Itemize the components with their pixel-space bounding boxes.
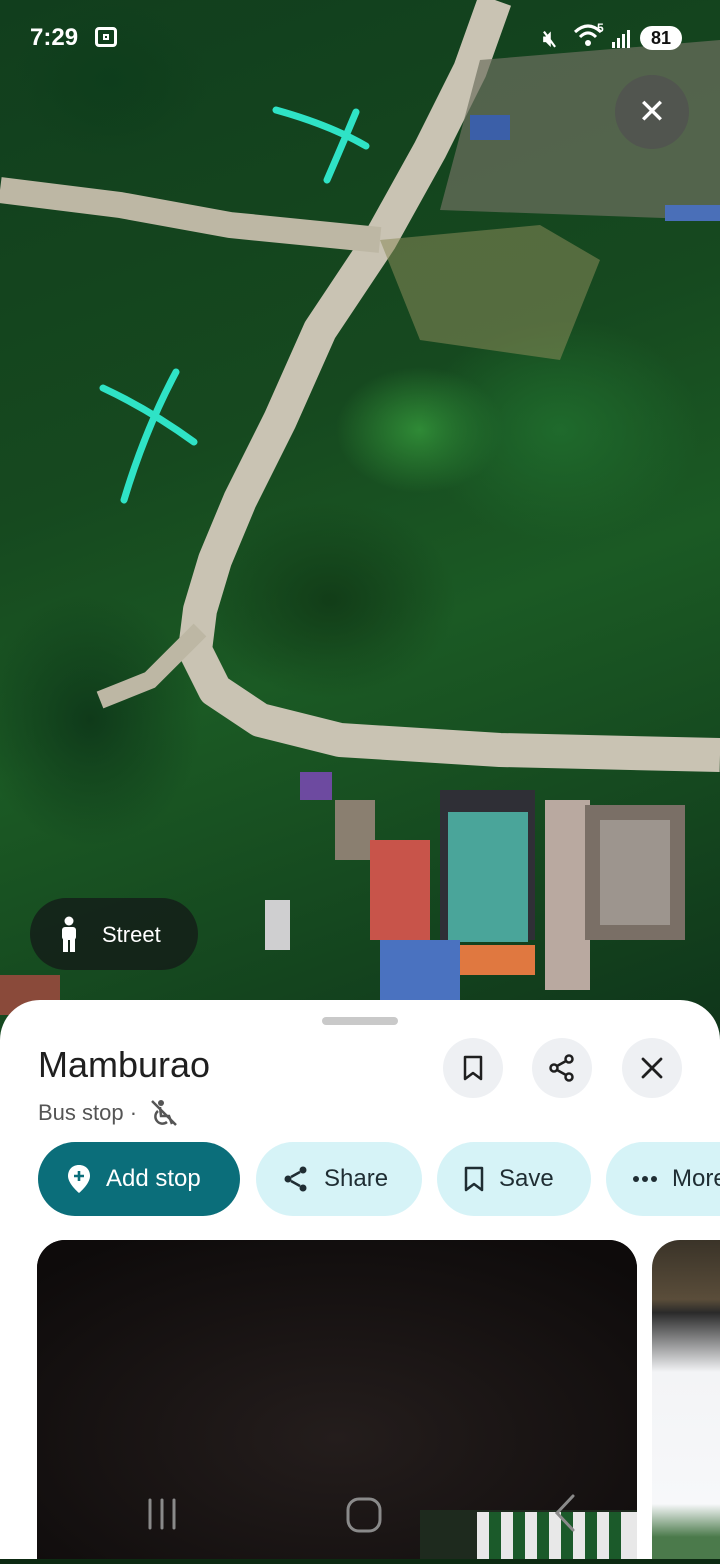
open-field [380,225,600,360]
screen-record-icon [95,27,117,47]
building-orange-roof [460,945,535,975]
building-ruin-inner [600,820,670,925]
annotation-x-mark [99,368,198,504]
share-icon [284,1166,307,1192]
street-view-button[interactable]: Street [30,898,198,970]
satellite-map[interactable]: 7:29 🔇︎ 5 81 ✕ Street [0,0,720,1040]
map-imagery [0,0,720,1015]
annotation-x-mark [272,106,370,184]
place-title: Mamburao [38,1044,211,1085]
close-icon: ✕ [637,93,667,131]
back-icon[interactable] [554,1494,575,1532]
sheet-drag-handle[interactable] [322,1017,398,1025]
blue-roof [665,205,720,221]
bookmark-icon [463,1055,483,1081]
add-stop-button[interactable]: Add stop [38,1142,240,1216]
share-icon [549,1054,574,1082]
side-road [0,177,382,253]
share-icon-button[interactable] [532,1038,592,1098]
close-map-button[interactable]: ✕ [615,75,689,149]
share-label: Share [324,1165,389,1192]
person-icon [62,916,76,952]
add-location-icon [68,1165,90,1193]
save-button[interactable]: Save [437,1142,591,1216]
wifi-badge: 5 [597,21,604,35]
blue-roof [470,115,510,140]
building-teal-roof [448,812,528,942]
save-label: Save [499,1165,554,1192]
battery-indicator: 81 [640,26,682,50]
home-icon[interactable] [346,1497,382,1533]
status-time: 7:29 [30,24,79,51]
bookmark-icon [464,1166,484,1192]
close-sheet-button[interactable] [622,1038,682,1098]
building [335,800,375,860]
not-wheelchair-accessible-icon [151,1100,177,1126]
add-stop-label: Add stop [106,1165,201,1192]
system-navigation-bar [0,1490,720,1559]
street-view-label: Street [102,922,161,947]
building-blue-roof [380,940,460,1000]
more-horizontal-icon [633,1176,657,1182]
status-bar: 7:29 🔇︎ 5 81 [0,0,720,80]
more-button[interactable]: More [606,1142,720,1216]
close-icon [641,1057,663,1079]
place-category: Bus stop · [38,1100,138,1125]
place-bottom-sheet[interactable]: Mamburao Bus stop · Add stop Share Save … [0,1000,720,1559]
signal-icon [612,30,630,48]
save-icon-button[interactable] [443,1038,503,1098]
share-button[interactable]: Share [256,1142,422,1216]
building-red-roof [370,840,430,940]
recents-icon[interactable] [148,1498,176,1530]
building [300,772,332,800]
mute-icon: 🔇︎ [543,26,557,51]
building [265,900,290,950]
building [545,800,590,990]
more-label: More [672,1165,720,1192]
